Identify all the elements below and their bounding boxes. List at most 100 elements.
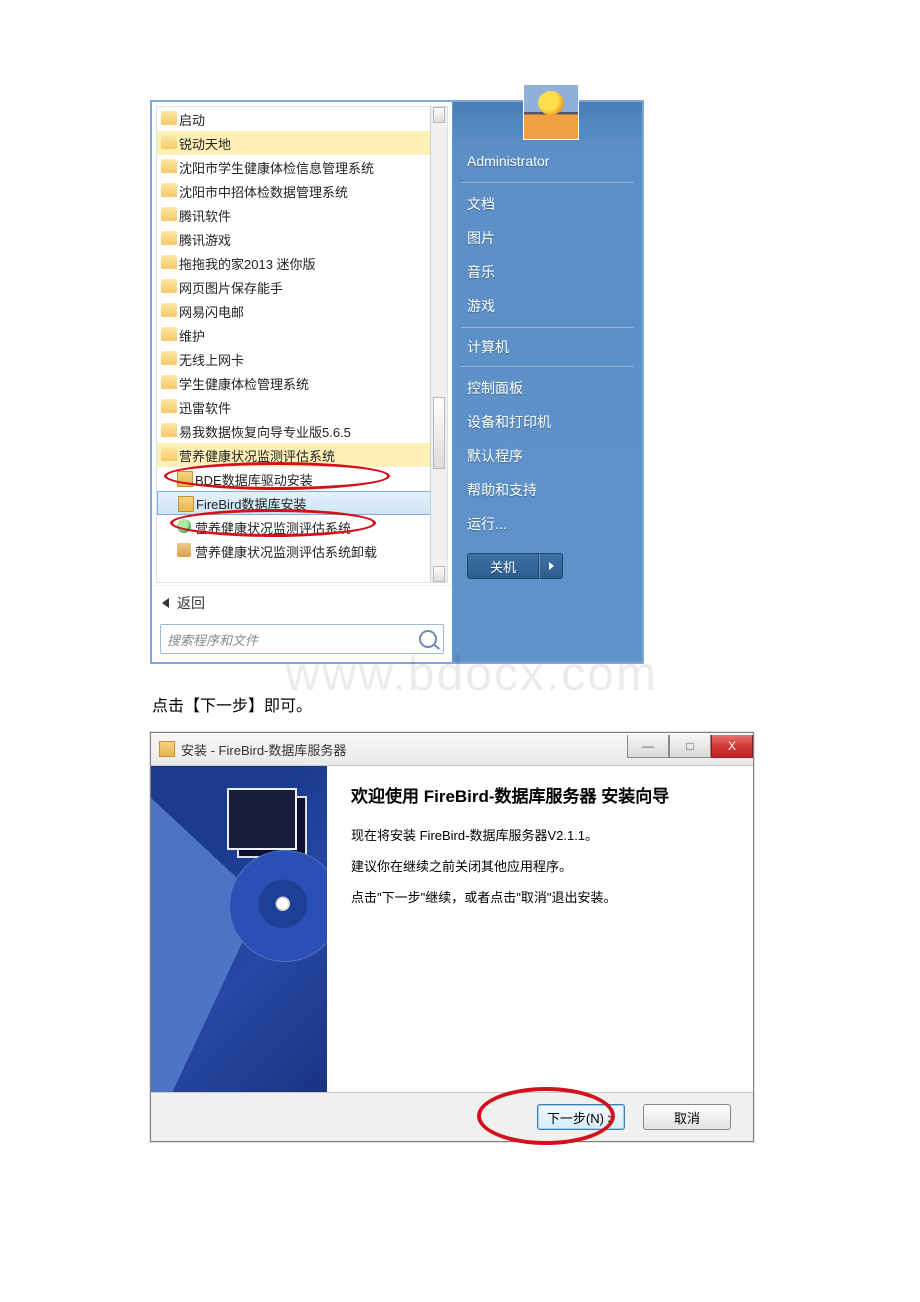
program-label: 易我数据恢复向导专业版5.6.5 xyxy=(179,422,351,441)
installer-line-2: 建议你在继续之前关闭其他应用程序。 xyxy=(351,856,729,875)
maximize-button[interactable]: □ xyxy=(669,735,711,758)
program-label: 学生健康体检管理系统 xyxy=(179,374,309,393)
shutdown-options-button[interactable] xyxy=(539,553,563,579)
folder-student-health-mgmt[interactable]: 学生健康体检管理系统 xyxy=(157,371,447,395)
user-name[interactable]: Administrator xyxy=(453,144,642,178)
link-run[interactable]: 运行... xyxy=(453,507,642,541)
folder-icon xyxy=(161,327,177,341)
program-list-scroll-area: 启动 锐动天地 沈阳市学生健康体检信息管理系统 沈阳市中招体检数据管理系统 腾讯… xyxy=(156,106,448,583)
installer-body: 欢迎使用 FireBird-数据库服务器 安装向导 现在将安装 FireBird… xyxy=(151,766,753,1092)
search-placeholder: 搜索程序和文件 xyxy=(167,630,258,649)
start-menu-programs-panel: 启动 锐动天地 沈阳市学生健康体检信息管理系统 沈阳市中招体检数据管理系统 腾讯… xyxy=(152,102,453,662)
program-label: 拖拖我的家2013 迷你版 xyxy=(179,254,316,273)
link-default-programs[interactable]: 默认程序 xyxy=(453,439,642,473)
installer-line-3: 点击"下一步"继续，或者点击"取消"退出安装。 xyxy=(351,887,729,906)
folder-icon xyxy=(161,111,177,125)
program-label: 维护 xyxy=(179,326,205,345)
folder-nutrition-system[interactable]: 营养健康状况监测评估系统 xyxy=(157,443,447,467)
folder-icon xyxy=(161,207,177,221)
installer-content: 欢迎使用 FireBird-数据库服务器 安装向导 现在将安装 FireBird… xyxy=(327,766,753,1092)
program-label: 沈阳市中招体检数据管理系统 xyxy=(179,182,348,201)
program-label: BDE数据库驱动安装 xyxy=(195,470,313,489)
program-label: 锐动天地 xyxy=(179,134,231,153)
program-label: 营养健康状况监测评估系统 xyxy=(195,518,351,537)
link-help-support[interactable]: 帮助和支持 xyxy=(453,473,642,507)
close-button[interactable]: X xyxy=(711,735,753,758)
link-music[interactable]: 音乐 xyxy=(453,255,642,289)
installer-banner xyxy=(151,766,327,1092)
item-bde-install[interactable]: BDE数据库驱动安装 xyxy=(157,467,447,491)
shutdown-group: 关机 xyxy=(467,553,642,579)
installer-icon xyxy=(178,496,194,512)
right-panel-list: Administrator xyxy=(453,140,642,182)
folder-tencent-games[interactable]: 腾讯游戏 xyxy=(157,227,447,251)
right-panel-list: 控制面板 设备和打印机 默认程序 帮助和支持 运行... xyxy=(453,367,642,545)
program-label: 沈阳市学生健康体检信息管理系统 xyxy=(179,158,374,177)
right-panel-list: 计算机 xyxy=(453,328,642,366)
program-label: 腾讯游戏 xyxy=(179,230,231,249)
folder-icon xyxy=(161,159,177,173)
program-label: 营养健康状况监测评估系统卸载 xyxy=(195,542,377,561)
start-menu: 启动 锐动天地 沈阳市学生健康体检信息管理系统 沈阳市中招体检数据管理系统 腾讯… xyxy=(150,100,644,664)
scroll-thumb[interactable] xyxy=(433,397,445,469)
user-avatar[interactable] xyxy=(523,84,579,140)
folder-icon xyxy=(161,351,177,365)
installer-titlebar[interactable]: 安装 - FireBird-数据库服务器 — □ X xyxy=(151,733,753,766)
folder-shenyang-zhongzhao[interactable]: 沈阳市中招体检数据管理系统 xyxy=(157,179,447,203)
program-list: 启动 锐动天地 沈阳市学生健康体检信息管理系统 沈阳市中招体检数据管理系统 腾讯… xyxy=(157,107,447,563)
folder-icon xyxy=(161,135,177,149)
minimize-button[interactable]: — xyxy=(627,735,669,758)
folder-icon xyxy=(161,303,177,317)
folder-ruidong[interactable]: 锐动天地 xyxy=(157,131,447,155)
globe-icon xyxy=(177,519,191,533)
search-input[interactable]: 搜索程序和文件 xyxy=(160,624,444,654)
back-arrow-icon xyxy=(162,598,169,608)
link-documents[interactable]: 文档 xyxy=(453,187,642,221)
folder-tuotuo-2013[interactable]: 拖拖我的家2013 迷你版 xyxy=(157,251,447,275)
folder-shenyang-student-health[interactable]: 沈阳市学生健康体检信息管理系统 xyxy=(157,155,447,179)
scroll-down-button[interactable] xyxy=(433,566,445,582)
back-button[interactable]: 返回 xyxy=(152,585,452,620)
folder-icon xyxy=(161,375,177,389)
program-list-scrollbar[interactable] xyxy=(430,107,447,582)
next-button[interactable]: 下一步(N) > xyxy=(537,1104,625,1130)
link-games[interactable]: 游戏 xyxy=(453,289,642,323)
link-devices-printers[interactable]: 设备和打印机 xyxy=(453,405,642,439)
program-label: 营养健康状况监测评估系统 xyxy=(179,446,335,465)
link-computer[interactable]: 计算机 xyxy=(453,332,642,362)
link-pictures[interactable]: 图片 xyxy=(453,221,642,255)
folder-icon xyxy=(161,447,177,461)
start-menu-right-panel: Administrator 文档 图片 音乐 游戏 计算机 控制面板 设备和打印… xyxy=(453,102,642,662)
program-label: 腾讯软件 xyxy=(179,206,231,225)
search-icon xyxy=(419,630,437,648)
item-nutrition-app[interactable]: 营养健康状况监测评估系统 xyxy=(157,515,447,539)
scroll-up-button[interactable] xyxy=(433,107,445,123)
right-panel-list: 文档 图片 音乐 游戏 xyxy=(453,183,642,327)
folder-tencent-software[interactable]: 腾讯软件 xyxy=(157,203,447,227)
folder-xunlei[interactable]: 迅雷软件 xyxy=(157,395,447,419)
back-label: 返回 xyxy=(177,593,205,613)
folder-wireless-card[interactable]: 无线上网卡 xyxy=(157,347,447,371)
folder-webpage-image-saver[interactable]: 网页图片保存能手 xyxy=(157,275,447,299)
banner-box-icon xyxy=(237,796,307,858)
instruction-caption: 点击【下一步】即可。 xyxy=(152,692,770,716)
banner-disc-icon xyxy=(229,850,327,962)
program-label: 无线上网卡 xyxy=(179,350,244,369)
folder-easeus-565[interactable]: 易我数据恢复向导专业版5.6.5 xyxy=(157,419,447,443)
folder-startup[interactable]: 启动 xyxy=(157,107,447,131)
shutdown-button[interactable]: 关机 xyxy=(467,553,539,579)
item-nutrition-uninstall[interactable]: 营养健康状况监测评估系统卸载 xyxy=(157,539,447,563)
item-firebird-install[interactable]: FireBird数据库安装 xyxy=(157,491,447,515)
folder-netease-mail[interactable]: 网易闪电邮 xyxy=(157,299,447,323)
program-label: 启动 xyxy=(179,110,205,129)
folder-icon xyxy=(161,255,177,269)
installer-title-text: 安装 - FireBird-数据库服务器 xyxy=(181,740,346,759)
installer-window-icon xyxy=(159,741,175,757)
installer-icon xyxy=(177,471,193,487)
window-controls: — □ X xyxy=(627,740,753,758)
cancel-button[interactable]: 取消 xyxy=(643,1104,731,1130)
program-label: 网易闪电邮 xyxy=(179,302,244,321)
folder-maintenance[interactable]: 维护 xyxy=(157,323,447,347)
program-label: FireBird数据库安装 xyxy=(196,494,307,513)
link-control-panel[interactable]: 控制面板 xyxy=(453,371,642,405)
